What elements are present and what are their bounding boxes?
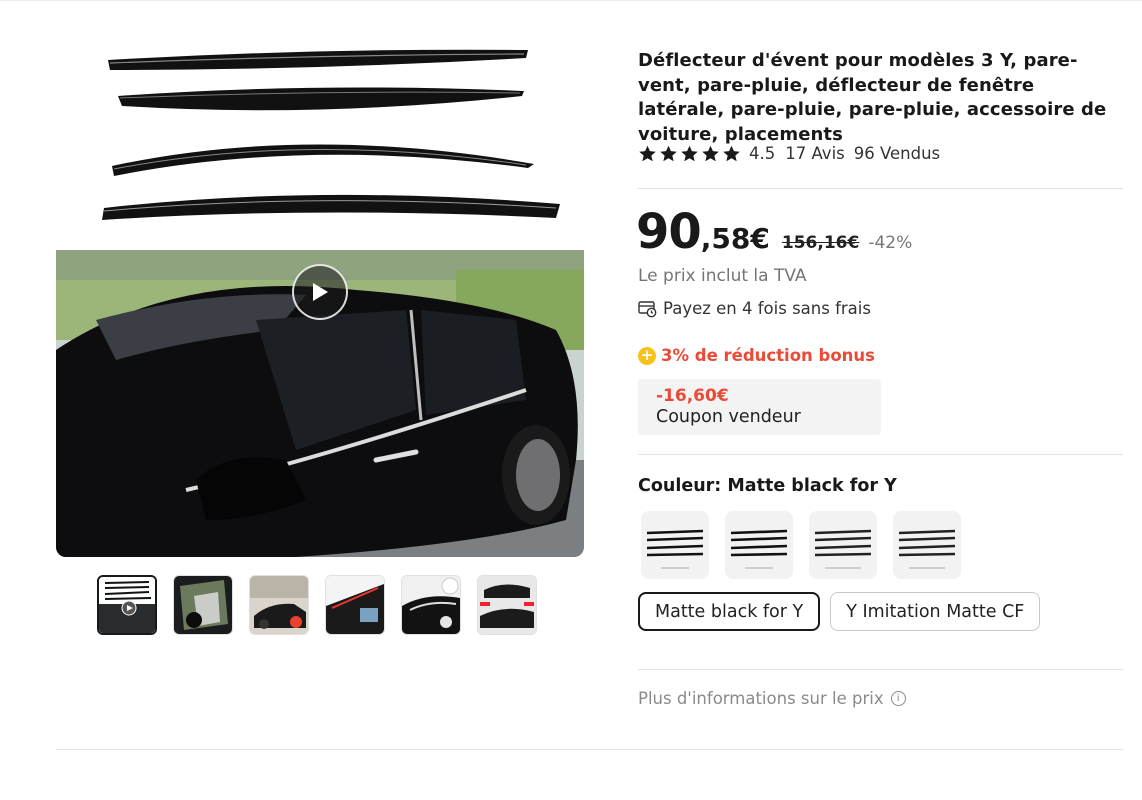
color-swatch-4[interactable]	[893, 511, 961, 579]
star-icon	[639, 145, 656, 161]
product-title: Déflecteur d'évent pour modèles 3 Y, par…	[638, 50, 1107, 145]
vat-note: Le prix inclut la TVA	[638, 266, 807, 286]
star-icon	[723, 145, 740, 161]
divider	[638, 454, 1123, 455]
thumbnail-6[interactable]	[477, 575, 537, 635]
reviews-count[interactable]: 17 Avis	[785, 144, 845, 163]
divider	[638, 188, 1123, 189]
divider	[638, 669, 1123, 670]
star-icon	[681, 145, 698, 161]
sold-count: 96 Vendus	[853, 144, 941, 163]
color-label: Couleur: Matte black for Y	[638, 476, 897, 496]
star-icon	[660, 145, 677, 161]
price-integer: 90	[636, 204, 702, 260]
seller-coupon[interactable]: -16,60€ Coupon vendeur	[638, 379, 881, 435]
play-video-button[interactable]	[292, 264, 348, 320]
thumbnail-strip	[97, 575, 537, 635]
bonus-discount: + 3% de réduction bonus	[638, 346, 875, 365]
color-swatch-3[interactable]	[809, 511, 877, 579]
original-price: 156,16€	[781, 233, 860, 253]
payment-card-icon	[638, 300, 657, 318]
more-price-info-text: Plus d'informations sur le prix	[638, 689, 884, 708]
rating-row[interactable]: 4.5 17 Avis 96 Vendus	[638, 144, 940, 163]
color-swatches	[641, 511, 961, 579]
discount-percent: -42%	[868, 233, 913, 253]
color-swatch-1[interactable]	[641, 511, 709, 579]
thumbnail-4[interactable]	[325, 575, 385, 635]
variant-options: Matte black for Y Y Imitation Matte CF	[638, 592, 1041, 631]
thumbnail-1[interactable]	[97, 575, 157, 635]
thumbnail-2[interactable]	[173, 575, 233, 635]
thumbnail-3[interactable]	[249, 575, 309, 635]
coupon-label: Coupon vendeur	[656, 407, 801, 427]
color-swatch-2[interactable]	[725, 511, 793, 579]
rating-value: 4.5	[749, 144, 776, 163]
more-price-info-link[interactable]: Plus d'informations sur le prix i	[638, 689, 906, 708]
bottom-divider	[56, 749, 1123, 750]
installments-text: Payez en 4 fois sans frais	[663, 299, 871, 318]
price-block: 90 ,58€ 156,16€ -42%	[636, 204, 912, 260]
main-product-image[interactable]	[56, 20, 584, 557]
option-imitation-matte-cf[interactable]: Y Imitation Matte CF	[830, 592, 1041, 631]
star-rating	[638, 145, 741, 163]
coupon-amount: -16,60€	[656, 386, 729, 406]
plus-coin-icon: +	[638, 346, 656, 365]
info-icon: i	[890, 691, 906, 706]
price-decimal: ,58€	[700, 222, 770, 255]
star-icon	[702, 145, 719, 161]
bonus-text: 3% de réduction bonus	[661, 346, 876, 365]
top-divider	[0, 0, 1142, 1]
option-matte-black-y[interactable]: Matte black for Y	[638, 592, 821, 631]
play-icon	[313, 283, 328, 301]
thumbnail-5[interactable]	[401, 575, 461, 635]
installments-row[interactable]: Payez en 4 fois sans frais	[638, 299, 871, 318]
